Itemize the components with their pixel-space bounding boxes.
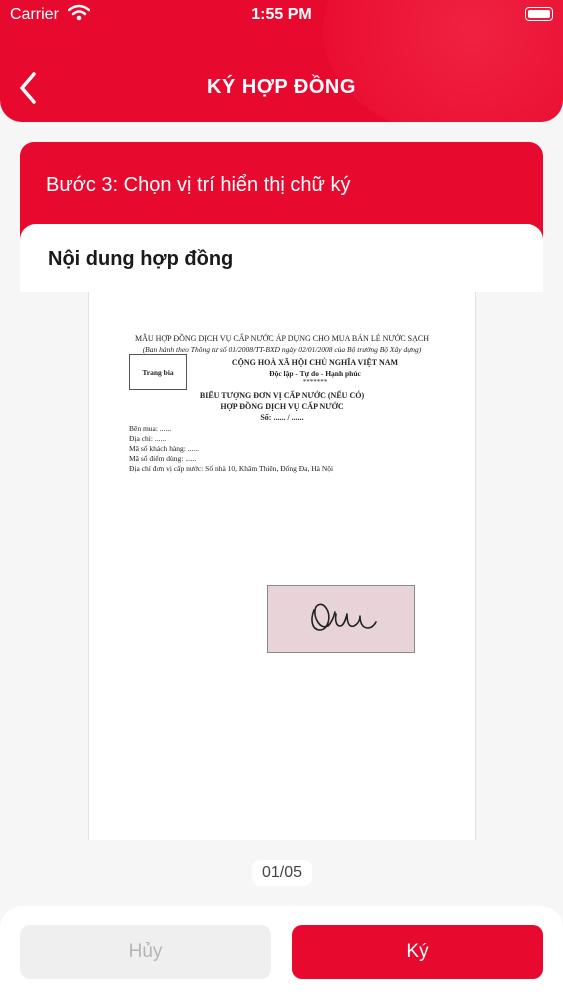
page-indicator: 01/05: [252, 860, 312, 886]
doc-fields: Bên mua: ...... Địa chỉ: ...... Mã số kh…: [129, 424, 333, 474]
doc-field-address: Địa chỉ: ......: [129, 434, 167, 443]
content-card: Nội dung hợp đồng: [20, 224, 543, 292]
doc-nation: CỘNG HOÀ XÃ HỘI CHỦ NGHĨA VIỆT NAM: [231, 358, 399, 367]
doc-field-supplier-address: Địa chỉ đơn vị cấp nước: Số nhà 10, Khâm…: [129, 464, 334, 473]
cancel-button[interactable]: Hủy: [20, 925, 271, 979]
document-preview[interactable]: MẪU HỢP ĐỒNG DỊCH VỤ CẤP NƯỚC ÁP DỤNG CH…: [20, 292, 543, 848]
action-bar: Hủy Ký: [0, 906, 563, 1000]
doc-field-usage-code: Mã số điểm dùng: ......: [129, 454, 197, 463]
step-label: Bước 3: Chọn vị trí hiển thị chữ ký: [46, 174, 351, 196]
document-page[interactable]: MẪU HỢP ĐỒNG DỊCH VỤ CẤP NƯỚC ÁP DỤNG CH…: [88, 292, 476, 840]
clock: 1:55 PM: [251, 6, 312, 23]
sign-button[interactable]: Ký: [292, 925, 543, 979]
content-label: Nội dung hợp đồng: [48, 248, 234, 270]
doc-subtitle: (Ban hành theo Thông tư số 01/2008/TT-BX…: [142, 345, 422, 354]
doc-contract-title: HỢP ĐỒNG DỊCH VỤ CẤP NƯỚC: [220, 402, 344, 411]
doc-cover-box: Trang bìa: [129, 354, 187, 390]
doc-motto: Độc lập - Tự do - Hạnh phúc: [269, 369, 361, 378]
page-title: KÝ HỢP ĐỒNG: [207, 76, 356, 98]
doc-stars: *******: [302, 378, 328, 386]
signature-box[interactable]: [267, 585, 415, 653]
status-bar: Carrier 1:55 PM: [0, 0, 563, 30]
doc-field-buyer: Bên mua: ......: [129, 424, 172, 433]
signature-image: [311, 603, 377, 631]
doc-logo-note: BIỂU TƯỢNG ĐƠN VỊ CẤP NƯỚC (NẾU CÓ): [199, 391, 365, 400]
header: Carrier 1:55 PM KÝ HỢP ĐỒNG: [0, 0, 563, 122]
doc-title: MẪU HỢP ĐỒNG DỊCH VỤ CẤP NƯỚC ÁP DỤNG CH…: [134, 334, 430, 343]
doc-contract-number: Số: ...... / ......: [260, 413, 304, 422]
doc-field-customer-code: Mã số khách hàng: ......: [129, 444, 199, 453]
battery-icon: [525, 7, 553, 21]
